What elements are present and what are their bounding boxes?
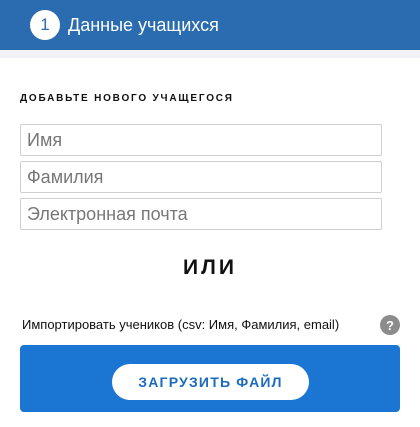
first-name-input[interactable] bbox=[20, 124, 382, 156]
step-title: Данные учащихся bbox=[68, 14, 219, 35]
add-student-label: ДОБАВЬТЕ НОВОГО УЧАЩЕГОСЯ bbox=[20, 93, 234, 104]
last-name-input[interactable] bbox=[20, 161, 382, 193]
upload-file-button[interactable]: ЗАГРУЗИТЬ ФАЙЛ bbox=[112, 364, 309, 400]
import-students-label: Импортировать учеников (csv: Имя, Фамили… bbox=[22, 317, 340, 332]
step-header: 1 Данные учащихся bbox=[0, 0, 420, 50]
step-number-badge: 1 bbox=[30, 10, 60, 40]
upload-panel: ЗАГРУЗИТЬ ФАЙЛ bbox=[20, 345, 400, 412]
or-divider: ИЛИ bbox=[183, 256, 237, 279]
email-input[interactable] bbox=[20, 198, 382, 230]
question-mark-icon[interactable]: ? bbox=[380, 315, 400, 335]
